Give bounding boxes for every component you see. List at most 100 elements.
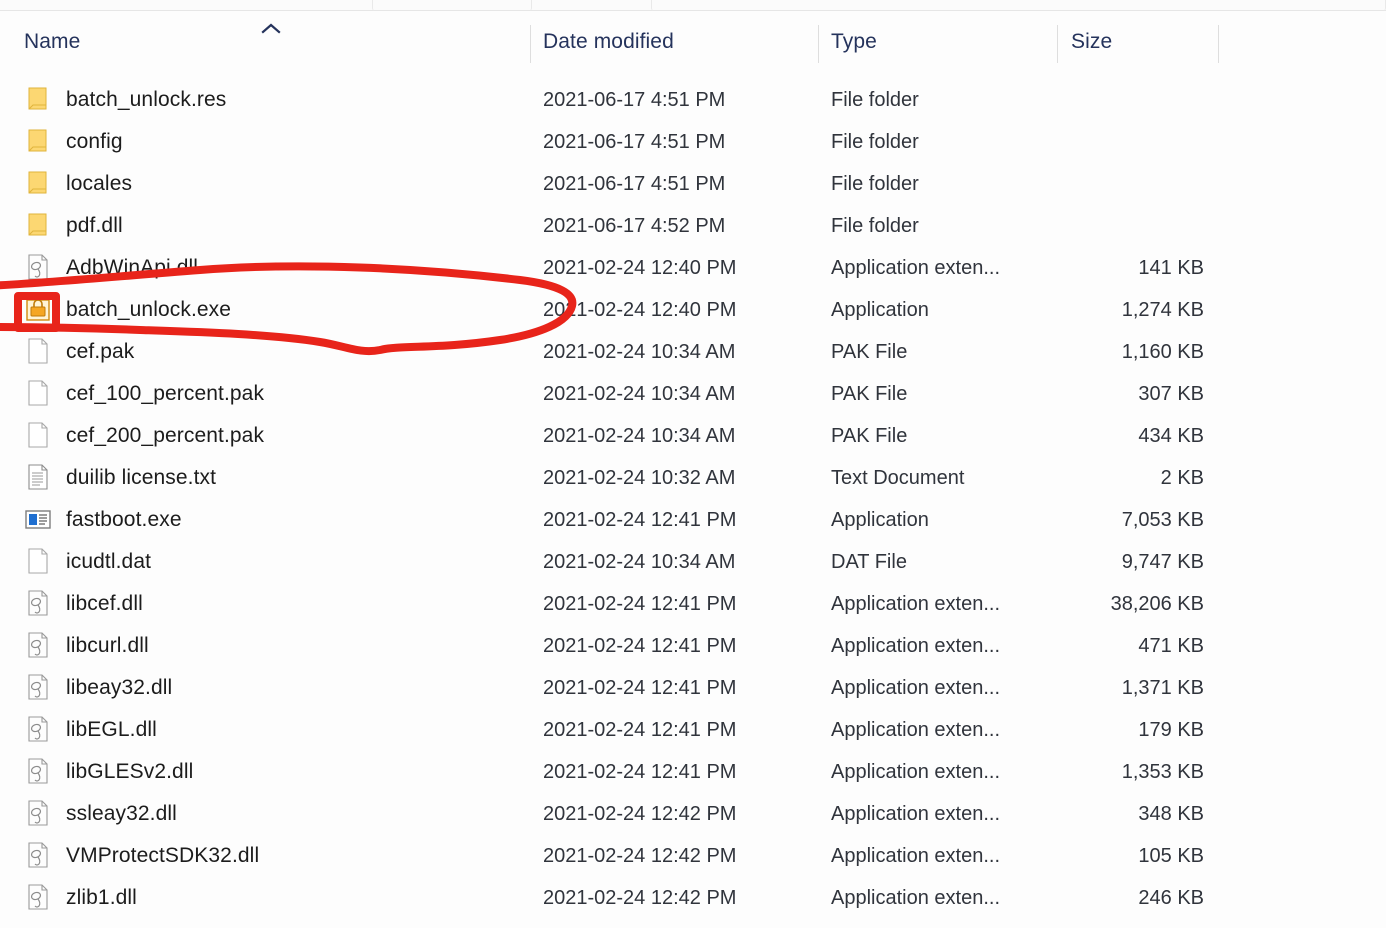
column-header-row: Name Date modified Type Size (0, 11, 1386, 73)
dll-file-icon (24, 589, 52, 619)
chevron-up-icon (259, 21, 283, 37)
table-row[interactable]: libeay32.dll 2021-02-24 12:41 PM Applica… (0, 667, 1386, 709)
column-header-size[interactable]: Size (1071, 11, 1211, 73)
file-name-cell[interactable]: cef.pak (24, 331, 134, 373)
table-row[interactable]: config 2021-06-17 4:51 PM File folder (0, 121, 1386, 163)
file-type: Text Document (831, 467, 964, 490)
file-name-cell[interactable]: cef_100_percent.pak (24, 373, 264, 415)
file-name-label: cef.pak (66, 340, 134, 364)
file-name-cell[interactable]: libeay32.dll (24, 667, 172, 709)
file-name-cell[interactable]: ssleay32.dll (24, 793, 177, 835)
column-divider[interactable] (1057, 25, 1058, 63)
file-size: 179 KB (1040, 719, 1204, 742)
file-name-label: icudtl.dat (66, 550, 151, 574)
file-date-modified: 2021-02-24 12:41 PM (543, 677, 736, 700)
table-row[interactable]: fastboot.exe 2021-02-24 12:41 PM Applica… (0, 499, 1386, 541)
column-header-name-label: Name (24, 30, 80, 54)
top-edge-segment (372, 0, 532, 11)
column-header-size-label: Size (1071, 30, 1112, 54)
column-header-type-label: Type (831, 30, 877, 54)
table-row[interactable]: zlib1.dll 2021-02-24 12:42 PM Applicatio… (0, 877, 1386, 919)
file-name-cell[interactable]: VMProtectSDK32.dll (24, 835, 259, 877)
column-divider[interactable] (530, 25, 531, 63)
generic-file-icon (24, 547, 52, 577)
table-row[interactable]: icudtl.dat 2021-02-24 10:34 AM DAT File … (0, 541, 1386, 583)
table-row[interactable]: cef_200_percent.pak 2021-02-24 10:34 AM … (0, 415, 1386, 457)
table-row[interactable]: ssleay32.dll 2021-02-24 12:42 PM Applica… (0, 793, 1386, 835)
table-row[interactable]: batch_unlock.exe 2021-02-24 12:40 PM App… (0, 289, 1386, 331)
table-row[interactable]: locales 2021-06-17 4:51 PM File folder (0, 163, 1386, 205)
table-row[interactable]: libGLESv2.dll 2021-02-24 12:41 PM Applic… (0, 751, 1386, 793)
file-name-cell[interactable]: batch_unlock.res (24, 79, 226, 121)
table-row[interactable]: pdf.dll 2021-06-17 4:52 PM File folder (0, 205, 1386, 247)
file-name-cell[interactable]: libcurl.dll (24, 625, 149, 667)
folder-icon (24, 85, 52, 115)
file-date-modified: 2021-02-24 12:41 PM (543, 509, 736, 532)
file-name-cell[interactable]: duilib license.txt (24, 457, 216, 499)
file-date-modified: 2021-02-24 10:34 AM (543, 383, 735, 406)
table-row[interactable]: libcef.dll 2021-02-24 12:41 PM Applicati… (0, 583, 1386, 625)
file-date-modified: 2021-02-24 12:40 PM (543, 299, 736, 322)
file-date-modified: 2021-02-24 12:42 PM (543, 887, 736, 910)
table-row[interactable]: AdbWinApi.dll 2021-02-24 12:40 PM Applic… (0, 247, 1386, 289)
table-row[interactable]: libcurl.dll 2021-02-24 12:41 PM Applicat… (0, 625, 1386, 667)
file-name-cell[interactable]: fastboot.exe (24, 499, 182, 541)
file-name-label: batch_unlock.exe (66, 298, 231, 322)
file-name-label: cef_200_percent.pak (66, 424, 264, 448)
file-date-modified: 2021-06-17 4:52 PM (543, 215, 725, 238)
file-name-label: duilib license.txt (66, 466, 216, 490)
file-date-modified: 2021-02-24 10:34 AM (543, 341, 735, 364)
file-name-cell[interactable]: locales (24, 163, 132, 205)
file-date-modified: 2021-06-17 4:51 PM (543, 89, 725, 112)
text-document-icon (24, 463, 52, 493)
folder-icon (24, 169, 52, 199)
file-name-cell[interactable]: batch_unlock.exe (24, 289, 231, 331)
file-size: 141 KB (1040, 257, 1204, 280)
generic-file-icon (24, 421, 52, 451)
file-type: Application exten... (831, 887, 1000, 910)
file-name-cell[interactable]: pdf.dll (24, 205, 123, 247)
column-header-date-modified[interactable]: Date modified (543, 11, 813, 73)
file-name-cell[interactable]: libcef.dll (24, 583, 143, 625)
file-type: File folder (831, 89, 919, 112)
column-header-type[interactable]: Type (831, 11, 1051, 73)
table-row[interactable]: libEGL.dll 2021-02-24 12:41 PM Applicati… (0, 709, 1386, 751)
file-name-cell[interactable]: config (24, 121, 123, 163)
file-name-label: fastboot.exe (66, 508, 182, 532)
file-name-label: VMProtectSDK32.dll (66, 844, 259, 868)
file-size: 434 KB (1040, 425, 1204, 448)
file-name-label: libEGL.dll (66, 718, 157, 742)
file-date-modified: 2021-02-24 10:34 AM (543, 425, 735, 448)
table-row[interactable]: VMProtectSDK32.dll 2021-02-24 12:42 PM A… (0, 835, 1386, 877)
file-name-cell[interactable]: cef_200_percent.pak (24, 415, 264, 457)
file-name-cell[interactable]: icudtl.dat (24, 541, 151, 583)
window-top-edge (0, 0, 1386, 11)
table-row[interactable]: cef.pak 2021-02-24 10:34 AM PAK File 1,1… (0, 331, 1386, 373)
column-divider[interactable] (818, 25, 819, 63)
file-type: Application (831, 299, 929, 322)
file-name-label: pdf.dll (66, 214, 123, 238)
table-row[interactable]: cef_100_percent.pak 2021-02-24 10:34 AM … (0, 373, 1386, 415)
file-name-label: cef_100_percent.pak (66, 382, 264, 406)
file-name-cell[interactable]: AdbWinApi.dll (24, 247, 198, 289)
table-row[interactable]: duilib license.txt 2021-02-24 10:32 AM T… (0, 457, 1386, 499)
file-size: 246 KB (1040, 887, 1204, 910)
file-size: 7,053 KB (1040, 509, 1204, 532)
file-name-cell[interactable]: zlib1.dll (24, 877, 137, 919)
column-divider[interactable] (1218, 25, 1219, 63)
file-type: Application (831, 509, 929, 532)
file-type: PAK File (831, 383, 907, 406)
file-size: 1,160 KB (1040, 341, 1204, 364)
file-date-modified: 2021-02-24 12:41 PM (543, 761, 736, 784)
file-size: 1,371 KB (1040, 677, 1204, 700)
file-size: 471 KB (1040, 635, 1204, 658)
folder-icon (24, 211, 52, 241)
file-date-modified: 2021-02-24 10:34 AM (543, 551, 735, 574)
file-type: Application exten... (831, 593, 1000, 616)
file-size: 2 KB (1040, 467, 1204, 490)
file-name-label: locales (66, 172, 132, 196)
file-type: File folder (831, 215, 919, 238)
file-name-cell[interactable]: libEGL.dll (24, 709, 157, 751)
file-name-cell[interactable]: libGLESv2.dll (24, 751, 193, 793)
table-row[interactable]: batch_unlock.res 2021-06-17 4:51 PM File… (0, 79, 1386, 121)
